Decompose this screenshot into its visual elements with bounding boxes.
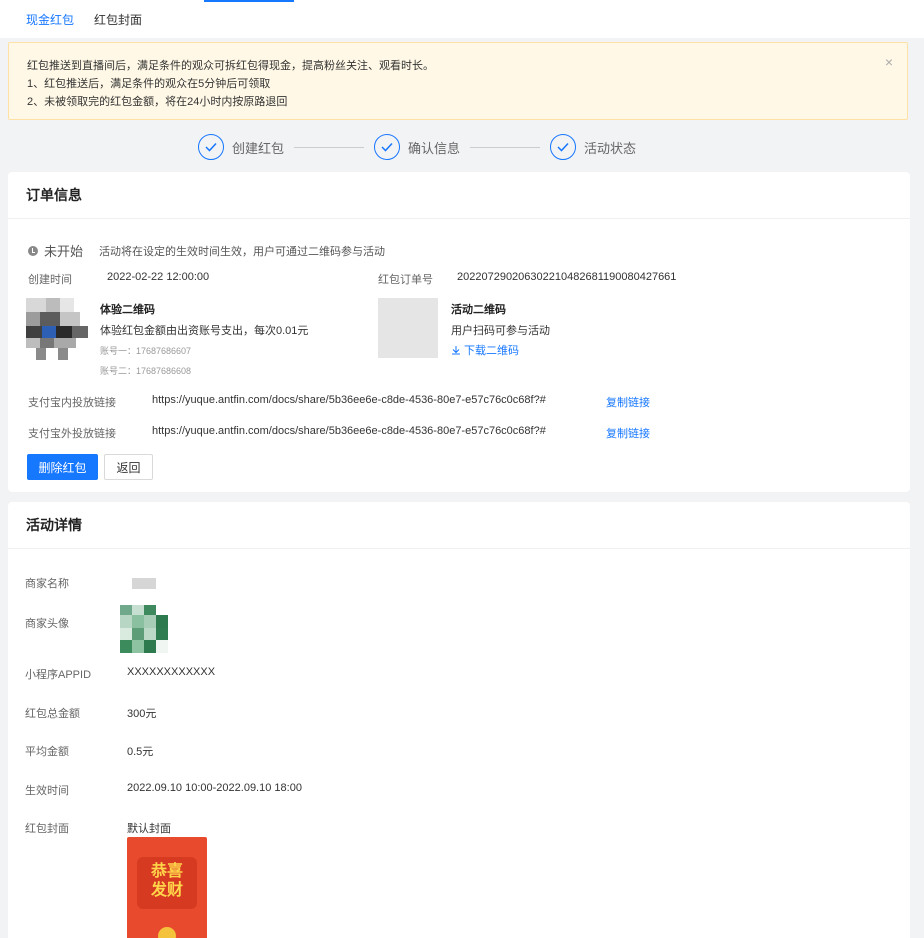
status-description: 活动将在设定的生效时间生效，用户可通过二维码参与活动 — [99, 245, 386, 258]
order-number-label: 红包订单号 — [378, 274, 433, 286]
download-icon — [452, 346, 460, 355]
download-qr-label: 下载二维码 — [464, 345, 519, 357]
check-icon — [374, 134, 401, 160]
cover-text-2: 发财 — [150, 882, 183, 899]
coin-icon — [158, 927, 176, 938]
back-button[interactable]: 返回 — [104, 454, 153, 480]
effective-time-value: 2022.09.10 10:00-2022.09.10 18:00 — [127, 782, 302, 794]
created-time-value: 2022-02-22 12:00:00 — [107, 271, 210, 283]
appid-label: 小程序APPID — [25, 669, 92, 681]
step-create: 创建红包 — [198, 134, 284, 160]
download-qr-link[interactable]: 下载二维码 — [451, 342, 519, 358]
copy-inner-link-button[interactable]: 复制链接 — [606, 394, 650, 410]
alert-line-3: 2、未被领取完的红包金额，将在24小时内按原路退回 — [27, 96, 288, 108]
cover-value: 默认封面 — [127, 823, 171, 835]
average-amount-value: 0.5元 — [127, 746, 154, 758]
step-label: 创建红包 — [232, 140, 285, 156]
trial-qr-title: 体验二维码 — [100, 304, 155, 316]
account-1: 账号一：17687686607 — [100, 346, 192, 356]
step-connector — [470, 146, 541, 148]
activity-qr-title: 活动二维码 — [451, 304, 506, 316]
effective-time-label: 生效时间 — [25, 785, 69, 797]
merchant-avatar-label: 商家头像 — [25, 618, 69, 630]
delete-redpacket-button[interactable]: 删除红包 — [27, 454, 98, 480]
check-icon — [198, 134, 224, 160]
total-amount-value: 300元 — [127, 708, 157, 720]
tab-bar: 现金红包 红包封面 — [26, 13, 142, 27]
total-amount-label: 红包总金额 — [25, 708, 80, 720]
trial-qr-desc: 体验红包金额由出资账号支出，每次0.01元 — [100, 325, 309, 337]
status-row: 未开始 活动将在设定的生效时间生效，用户可通过二维码参与活动 — [28, 241, 385, 260]
order-number-value: 2022072902063022104826811900804276​61 — [457, 271, 677, 283]
status-label: 未开始 — [44, 244, 84, 259]
activity-detail-card: 活动详情 商家名称 商家头像 小程序APPID XXXXXXXXXXXX 红包总… — [8, 502, 910, 938]
progress-steps: 创建红包 确认信息 活动状态 — [198, 133, 636, 161]
merchant-name-label: 商家名称 — [25, 578, 69, 590]
outer-link-label: 支付宝外投放链接 — [28, 428, 116, 440]
account-2: 账号二：17687686608 — [100, 366, 192, 376]
card-title: 活动详情 — [8, 502, 910, 549]
clock-icon — [28, 245, 38, 256]
trial-qr-image — [26, 298, 88, 360]
step-connector — [294, 146, 365, 148]
activity-qr-image — [378, 298, 438, 358]
step-status: 活动状态 — [550, 134, 636, 160]
header-active-indicator — [204, 0, 294, 2]
step-label: 活动状态 — [584, 140, 637, 156]
cover-text-1: 恭喜 — [150, 863, 183, 880]
inner-link-value: https://yuque.antfin.com/docs/share/5b36… — [152, 394, 546, 406]
merchant-avatar — [120, 605, 170, 653]
alert-line-2: 1、红包推送后，满足条件的观众在5分钟后可领取 — [27, 78, 271, 90]
cover-label: 红包封面 — [25, 823, 69, 835]
info-alert: 红包推送到直播间后，满足条件的观众可拆红包得现金，提高粉丝关注、观看时长。 1、… — [8, 42, 908, 120]
average-amount-label: 平均金额 — [25, 746, 69, 758]
alert-line-1: 红包推送到直播间后，满足条件的观众可拆红包得现金，提高粉丝关注、观看时长。 — [27, 60, 434, 72]
close-icon[interactable]: × — [885, 53, 893, 71]
merchant-name-value — [132, 578, 156, 589]
step-label: 确认信息 — [408, 140, 461, 156]
tab-cash-redpacket[interactable]: 现金红包 — [26, 13, 74, 27]
inner-link-label: 支付宝内投放链接 — [28, 397, 116, 409]
check-icon — [550, 134, 577, 160]
created-time-label: 创建时间 — [28, 274, 72, 286]
outer-link-value: https://yuque.antfin.com/docs/share/5b36… — [152, 425, 546, 437]
redpacket-cover-image: 恭喜 发财 — [127, 837, 207, 938]
activity-qr-desc: 用户扫码可参与活动 — [451, 325, 550, 337]
tab-redpacket-cover[interactable]: 红包封面 — [94, 13, 142, 27]
step-confirm: 确认信息 — [374, 134, 460, 160]
copy-outer-link-button[interactable]: 复制链接 — [606, 425, 650, 441]
order-info-card: 订单信息 未开始 活动将在设定的生效时间生效，用户可通过二维码参与活动 创建时间… — [8, 172, 910, 492]
card-title: 订单信息 — [8, 172, 910, 219]
appid-value: XXXXXXXXXXXX — [127, 666, 216, 678]
